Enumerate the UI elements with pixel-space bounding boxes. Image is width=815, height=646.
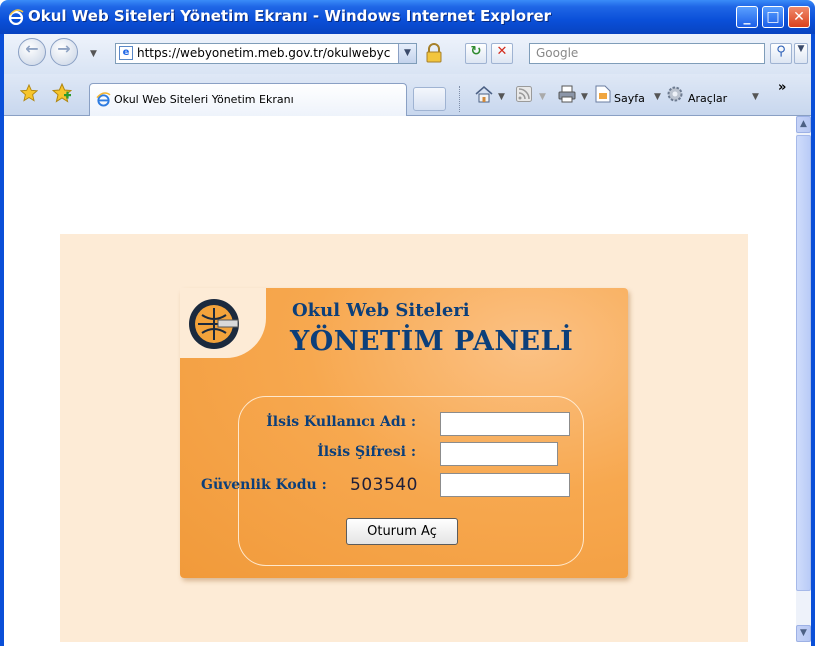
back-button[interactable]: ← bbox=[18, 38, 46, 66]
tab-bar: Okul Web Siteleri Yönetim Ekranı ▼ ▼ ▼ S… bbox=[4, 74, 811, 116]
feeds-dropdown-icon[interactable]: ▼ bbox=[539, 92, 546, 102]
tab-label: Okul Web Siteleri Yönetim Ekranı bbox=[114, 93, 294, 106]
lock-icon[interactable] bbox=[425, 43, 443, 63]
security-code-label: Güvenlik Kodu : bbox=[201, 477, 327, 493]
search-options-icon: ▼ bbox=[797, 44, 805, 54]
chevron-down-icon: ▼ bbox=[800, 628, 807, 638]
page-menu-label[interactable]: Sayfa bbox=[614, 92, 645, 105]
toolbar-separator bbox=[459, 86, 461, 112]
login-panel: Okul Web Siteleri YÖNETİM PANELİ İlsis K… bbox=[180, 288, 628, 578]
username-input[interactable] bbox=[440, 412, 570, 436]
ie-logo-icon bbox=[8, 9, 24, 25]
more-toolbar-button[interactable]: » bbox=[778, 80, 786, 95]
panel-title-line2: YÖNETİM PANELİ bbox=[290, 326, 574, 357]
maximize-icon: □ bbox=[766, 9, 780, 25]
home-dropdown-icon[interactable]: ▼ bbox=[498, 92, 505, 102]
window-titlebar[interactable]: Okul Web Siteleri Yönetim Ekranı - Windo… bbox=[0, 0, 815, 34]
security-code-value: 503540 bbox=[350, 475, 418, 495]
address-url[interactable]: https://webyonetim.meb.gov.tr/okulwebyc bbox=[137, 46, 390, 60]
feeds-icon[interactable] bbox=[516, 86, 532, 102]
scroll-up-button[interactable]: ▲ bbox=[796, 116, 811, 133]
gear-icon[interactable] bbox=[666, 85, 684, 103]
new-tab-button[interactable] bbox=[413, 87, 446, 111]
login-button[interactable]: Oturum Aç bbox=[346, 518, 458, 545]
address-dropdown-icon[interactable]: ▼ bbox=[398, 44, 416, 63]
tab-okul-web-siteleri[interactable]: Okul Web Siteleri Yönetim Ekranı bbox=[89, 83, 407, 116]
panel-title-line1: Okul Web Siteleri bbox=[292, 300, 470, 321]
search-options-button[interactable]: ▼ bbox=[794, 43, 808, 64]
scroll-thumb[interactable] bbox=[796, 135, 811, 591]
refresh-button[interactable]: ↻ bbox=[465, 43, 487, 64]
forward-button[interactable]: → bbox=[50, 38, 78, 66]
ie-page-icon bbox=[96, 92, 111, 107]
window-title: Okul Web Siteleri Yönetim Ekranı - Windo… bbox=[28, 7, 552, 25]
vertical-scrollbar[interactable]: ▲ ▼ bbox=[796, 116, 811, 642]
history-dropdown-icon[interactable]: ▼ bbox=[90, 49, 97, 59]
secure-seal-logo-icon bbox=[189, 299, 239, 349]
search-input[interactable]: Google bbox=[529, 43, 765, 64]
home-icon[interactable] bbox=[474, 84, 494, 104]
password-input[interactable] bbox=[440, 442, 558, 466]
maximize-button[interactable]: □ bbox=[762, 6, 784, 28]
search-button[interactable]: ⚲ bbox=[770, 43, 792, 64]
page-content: Okul Web Siteleri YÖNETİM PANELİ İlsis K… bbox=[4, 116, 796, 642]
tools-menu-label[interactable]: Araçlar bbox=[688, 92, 727, 105]
security-code-input[interactable] bbox=[440, 473, 570, 497]
close-button[interactable]: ✕ bbox=[788, 6, 810, 28]
minimize-icon: _ bbox=[743, 9, 751, 25]
close-icon: ✕ bbox=[793, 9, 805, 25]
scroll-down-button[interactable]: ▼ bbox=[796, 625, 811, 642]
tools-dropdown-icon[interactable]: ▼ bbox=[752, 92, 759, 102]
address-bar[interactable]: e https://webyonetim.meb.gov.tr/okulweby… bbox=[115, 43, 417, 64]
back-arrow-icon: ← bbox=[25, 39, 39, 58]
login-page-background: Okul Web Siteleri YÖNETİM PANELİ İlsis K… bbox=[60, 234, 748, 642]
search-placeholder: Google bbox=[536, 46, 579, 60]
refresh-icon: ↻ bbox=[470, 44, 482, 59]
print-icon[interactable] bbox=[557, 84, 577, 104]
password-label: İlsis Şifresi : bbox=[317, 444, 416, 460]
stop-button[interactable]: ✕ bbox=[491, 43, 513, 64]
chevron-up-icon: ▲ bbox=[800, 119, 807, 129]
print-dropdown-icon[interactable]: ▼ bbox=[581, 92, 588, 102]
add-favorite-icon[interactable] bbox=[52, 83, 72, 103]
search-icon: ⚲ bbox=[776, 44, 786, 59]
page-icon: e bbox=[119, 46, 133, 60]
minimize-button[interactable]: _ bbox=[736, 6, 758, 28]
window-frame-right bbox=[811, 34, 815, 646]
favorites-star-icon[interactable] bbox=[20, 84, 38, 102]
navigation-bar: ← → ▼ e https://webyonetim.meb.gov.tr/ok… bbox=[4, 34, 811, 74]
forward-arrow-icon: → bbox=[57, 39, 71, 58]
page-menu-icon[interactable] bbox=[595, 85, 611, 103]
page-menu-dropdown-icon[interactable]: ▼ bbox=[654, 92, 661, 102]
username-label: İlsis Kullanıcı Adı : bbox=[266, 414, 416, 430]
stop-icon: ✕ bbox=[496, 44, 508, 59]
